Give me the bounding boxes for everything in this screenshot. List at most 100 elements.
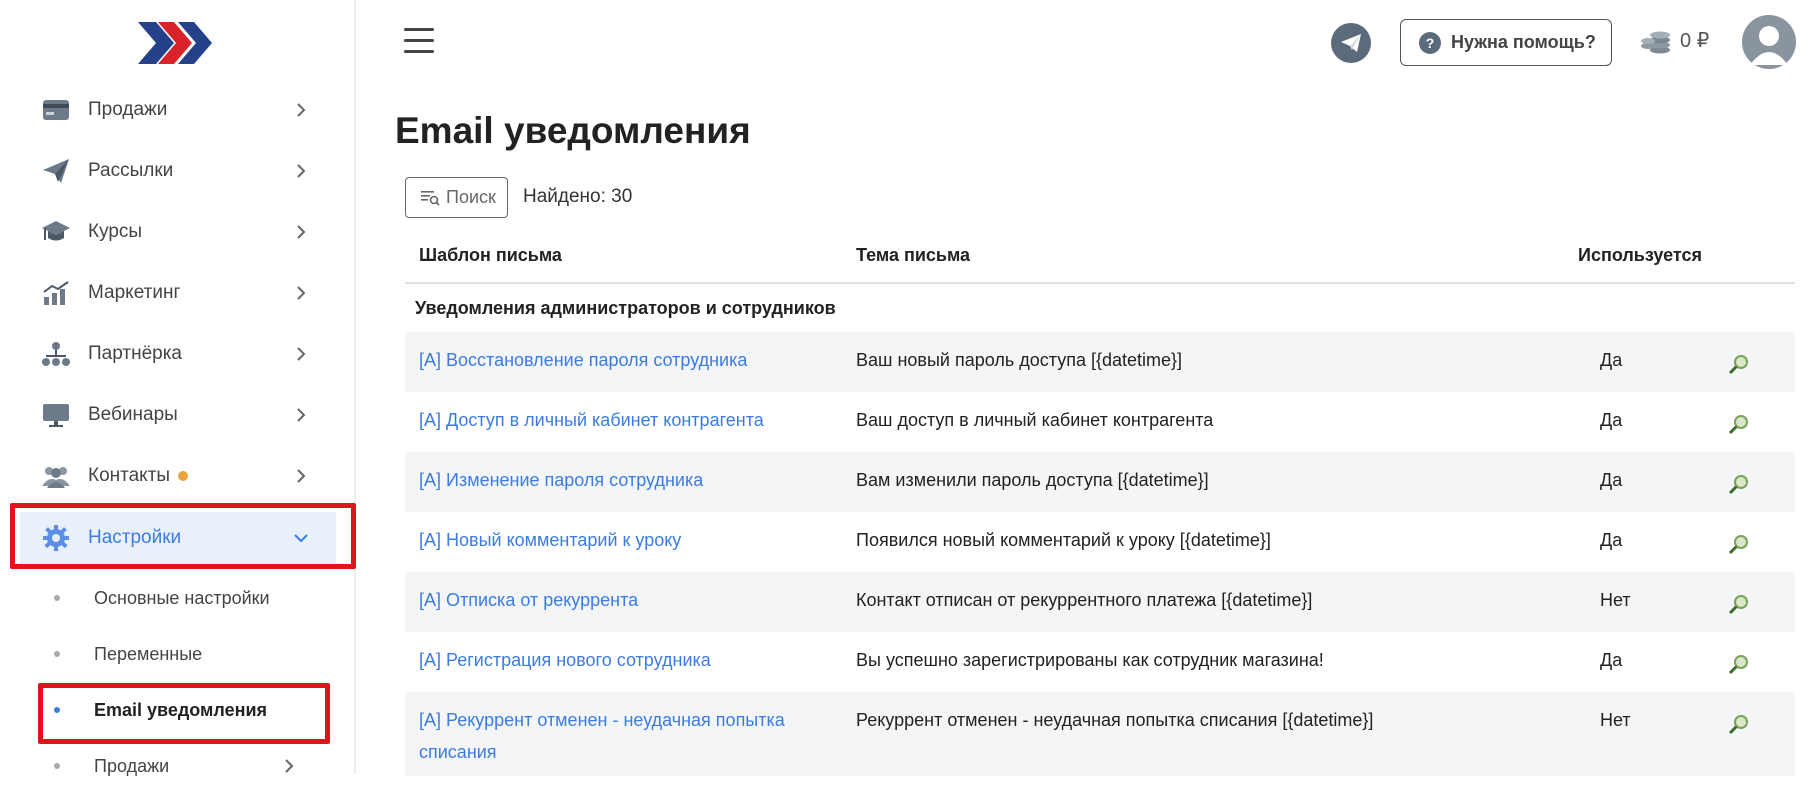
- email-subject: Контакт отписан от рекуррентного платежа…: [856, 590, 1313, 610]
- preview-icon[interactable]: [1727, 412, 1751, 436]
- template-link[interactable]: [A] Восстановление пароля сотрудника: [419, 344, 829, 376]
- group-row: Уведомления администраторов и сотруднико…: [405, 284, 1795, 332]
- card-icon: [40, 94, 72, 126]
- preview-icon[interactable]: [1727, 712, 1751, 736]
- table-row: [A] Отписка от рекуррента Контакт отписа…: [405, 572, 1795, 632]
- chart-growth-icon: [40, 277, 72, 309]
- user-icon: [1750, 26, 1788, 65]
- bullet: [54, 763, 60, 769]
- help-button-label: Нужна помощь?: [1451, 32, 1596, 52]
- highlight-box-email-notifications: [38, 683, 330, 744]
- network-icon: [40, 338, 72, 370]
- used-value: Да: [1600, 650, 1623, 670]
- logo[interactable]: [136, 18, 216, 68]
- graduation-cap-icon: [40, 216, 72, 248]
- table-row: [A] Рекуррент отменен - неудачная попытк…: [405, 692, 1795, 776]
- submenu-item-variables[interactable]: Переменные: [40, 634, 320, 674]
- sidebar-item-label: Маркетинг: [88, 282, 181, 303]
- chevron-right-icon: [297, 225, 306, 239]
- notification-dot: [178, 470, 189, 481]
- sidebar-item-label: Рассылки: [88, 160, 174, 181]
- used-value: Да: [1600, 470, 1623, 490]
- template-link[interactable]: [A] Новый комментарий к уроку: [419, 524, 829, 556]
- sidebar-item-label: Продажи: [88, 99, 168, 120]
- sidebar-item-label: Вебинары: [88, 404, 178, 425]
- question-icon: ?: [1419, 31, 1441, 54]
- used-value: Нет: [1600, 590, 1631, 610]
- balance-value: 0 ₽: [1680, 29, 1710, 52]
- used-value: Да: [1600, 410, 1623, 430]
- column-header-template[interactable]: Шаблон письма: [419, 245, 562, 266]
- template-link[interactable]: [A] Отписка от рекуррента: [419, 584, 829, 616]
- hamburger-line: [404, 28, 434, 31]
- paper-plane-icon: [40, 155, 72, 187]
- search-button-label: Поиск: [446, 187, 496, 207]
- table-row: [A] Восстановление пароля сотрудника Ваш…: [405, 332, 1795, 392]
- preview-icon[interactable]: [1727, 472, 1751, 496]
- sidebar-item-mailings[interactable]: Рассылки: [20, 145, 336, 197]
- chevron-right-icon: [297, 347, 306, 361]
- notifications-table: Шаблон письма Тема письма Используется У…: [405, 228, 1795, 776]
- telegram-icon: [1341, 34, 1361, 52]
- submenu-item-label: Основные настройки: [94, 587, 270, 608]
- page-title: Email уведомления: [395, 110, 751, 151]
- preview-icon[interactable]: [1727, 652, 1751, 676]
- sidebar-item-sales[interactable]: Продажи: [20, 84, 336, 136]
- sidebar-item-label: Курсы: [88, 221, 143, 242]
- template-link[interactable]: [A] Рекуррент отменен - неудачная попытк…: [419, 704, 829, 768]
- sidebar-item-label: Партнёрка: [88, 343, 182, 364]
- chevron-right-icon: [297, 164, 306, 178]
- sidebar-item-contacts[interactable]: Контакты: [20, 450, 336, 502]
- menu-toggle-button[interactable]: [404, 28, 434, 54]
- template-link[interactable]: [A] Регистрация нового сотрудника: [419, 644, 829, 676]
- submenu-item-label: Продажи: [94, 755, 170, 776]
- sidebar-item-courses[interactable]: Курсы: [20, 206, 336, 258]
- results-count: Найдено: 30: [523, 186, 633, 207]
- group-label: Уведомления администраторов и сотруднико…: [415, 298, 836, 318]
- email-subject: Рекуррент отменен - неудачная попытка сп…: [856, 710, 1374, 730]
- used-value: Нет: [1600, 710, 1631, 730]
- avatar[interactable]: [1742, 15, 1796, 69]
- column-header-used[interactable]: Используется: [1578, 245, 1702, 266]
- users-icon: [40, 460, 72, 492]
- monitor-icon: [40, 399, 72, 431]
- sidebar-item-webinars[interactable]: Вебинары: [20, 389, 336, 441]
- preview-icon[interactable]: [1727, 352, 1751, 376]
- table-row: [A] Новый комментарий к уроку Появился н…: [405, 512, 1795, 572]
- email-subject: Ваш новый пароль доступа [{datetime}]: [856, 350, 1183, 370]
- sidebar: Продажи Рассылки Курсы Маркетинг Партнёр…: [0, 0, 356, 776]
- table-header: Шаблон письма Тема письма Используется: [405, 228, 1795, 284]
- sidebar-item-partners[interactable]: Партнёрка: [20, 328, 336, 380]
- email-subject: Вы успешно зарегистрированы как сотрудни…: [856, 650, 1324, 670]
- telegram-button[interactable]: [1331, 23, 1371, 63]
- table-row: [A] Изменение пароля сотрудника Вам изме…: [405, 452, 1795, 512]
- bullet: [54, 595, 60, 601]
- used-value: Да: [1600, 350, 1623, 370]
- search-button[interactable]: Поиск: [405, 177, 508, 218]
- hamburger-line: [404, 50, 434, 53]
- chevron-right-icon: [297, 408, 306, 422]
- email-subject: Появился новый комментарий к уроку [{dat…: [856, 530, 1271, 550]
- filter-search-icon: [421, 190, 440, 206]
- highlight-box-settings: [10, 503, 356, 569]
- balance[interactable]: 0 ₽: [1640, 26, 1709, 54]
- submenu-item-label: Переменные: [94, 643, 203, 664]
- chevron-right-icon: [297, 103, 306, 117]
- preview-icon[interactable]: [1727, 532, 1751, 556]
- chevron-right-icon: [297, 469, 306, 483]
- sidebar-item-marketing[interactable]: Маркетинг: [20, 267, 336, 319]
- chevron-right-icon: [285, 759, 294, 773]
- used-value: Да: [1600, 530, 1623, 550]
- help-button[interactable]: ? Нужна помощь?: [1400, 19, 1612, 66]
- table-row: [A] Регистрация нового сотрудника Вы усп…: [405, 632, 1795, 692]
- template-link[interactable]: [A] Доступ в личный кабинет контрагента: [419, 404, 829, 436]
- coins-icon: [1641, 31, 1670, 54]
- submenu-item-sales[interactable]: Продажи: [40, 746, 320, 786]
- sidebar-item-label: Контакты: [88, 465, 189, 487]
- email-subject: Вам изменили пароль доступа [{datetime}]: [856, 470, 1209, 490]
- template-link[interactable]: [A] Изменение пароля сотрудника: [419, 464, 829, 496]
- column-header-subject[interactable]: Тема письма: [856, 245, 970, 266]
- preview-icon[interactable]: [1727, 592, 1751, 616]
- submenu-item-general-settings[interactable]: Основные настройки: [40, 578, 320, 618]
- hamburger-line: [404, 39, 434, 42]
